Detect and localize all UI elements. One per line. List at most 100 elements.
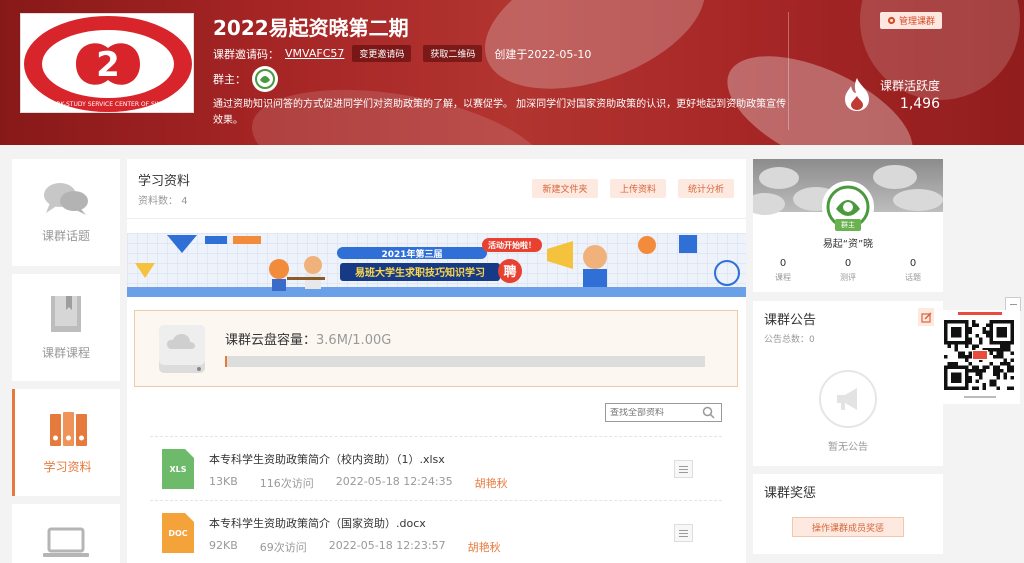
doc-file-icon: DOC xyxy=(162,513,194,553)
file-size: 92KB xyxy=(209,539,238,552)
cloud-drive-icon xyxy=(159,325,205,373)
file-owner[interactable]: 胡艳秋 xyxy=(475,475,508,491)
invite-code[interactable]: VMVAFC57 xyxy=(285,47,344,60)
stat-value: 0 xyxy=(779,258,787,269)
section-title: 学习资料 xyxy=(138,174,191,189)
notice-count-value: 0 xyxy=(809,335,815,345)
change-invite-code-button[interactable]: 变更邀请码 xyxy=(352,45,412,62)
megaphone-icon xyxy=(837,388,857,410)
storage-label-text: 课群云盘容量： xyxy=(225,333,317,348)
group-profile-card: 群主 易起“资”晓 0 课程 0 测评 0 话题 xyxy=(753,159,943,292)
manage-group-button[interactable]: 管理课群 xyxy=(880,12,942,29)
storage-progress-bar xyxy=(225,356,705,367)
activity-block: 课群活跃度 1,496 xyxy=(842,76,940,112)
owner-badge: 群主 xyxy=(835,219,861,231)
notice-count: 公告总数：0 xyxy=(764,332,815,345)
nav-item-materials[interactable]: 学习资料 xyxy=(12,389,120,496)
stat-label: 话题 xyxy=(905,273,921,282)
file-menu-button[interactable] xyxy=(674,460,693,478)
qr-close-button[interactable] xyxy=(1005,297,1021,311)
floating-qr-widget[interactable] xyxy=(940,310,1020,404)
notice-card: 课群公告 公告总数：0 暂无公告 xyxy=(753,301,943,466)
svg-text:2021年第三届: 2021年第三届 xyxy=(381,248,442,260)
file-meta: 13KB 116次访问 2022-05-18 12:24:35 胡艳秋 xyxy=(209,475,508,491)
stats-button[interactable]: 统计分析 xyxy=(678,179,734,198)
file-date: 2022-05-18 12:23:57 xyxy=(328,539,446,552)
materials-count-label: 资料数： xyxy=(138,196,178,207)
book-icon xyxy=(51,296,81,332)
storage-label: 课群云盘容量：3.6M/1.00G xyxy=(225,329,391,348)
promo-banner-graphic: 2021年第三届 易班大学生求职技巧知识学习 活动开始啦！ 聘 xyxy=(127,233,746,297)
nav-item-label: 课群课程 xyxy=(41,346,90,360)
cloud-storage-card: 课群云盘容量：3.6M/1.00G xyxy=(134,310,738,387)
owner-avatar[interactable] xyxy=(252,66,278,92)
get-qr-code-button[interactable]: 获取二维码 xyxy=(423,45,483,62)
search-input[interactable] xyxy=(610,407,702,418)
svg-text:WORK-STUDY SERVICE CENTER OF S: WORK-STUDY SERVICE CENTER OF SWMU xyxy=(46,101,171,108)
nav-item-laptop[interactable] xyxy=(12,504,120,563)
owner-avatar-icon xyxy=(255,69,275,89)
file-owner[interactable]: 胡艳秋 xyxy=(468,539,501,555)
gear-icon xyxy=(887,16,896,25)
materials-count-value: 4 xyxy=(181,196,188,207)
group-name: 易起“资”晓 xyxy=(822,239,874,250)
nav-item-topics[interactable]: 课群话题 xyxy=(12,159,120,266)
stat-courses[interactable]: 0 课程 xyxy=(758,258,808,283)
divider xyxy=(127,218,746,219)
stat-label: 课程 xyxy=(775,273,791,282)
svg-text:2: 2 xyxy=(96,45,120,85)
file-visits: 69次访问 xyxy=(259,541,307,554)
award-card: 课群奖惩 操作课群成员奖惩 xyxy=(753,474,943,554)
edit-icon xyxy=(920,311,932,323)
file-visits: 116次访问 xyxy=(259,477,314,490)
invite-label: 课群邀请码： xyxy=(213,47,279,61)
svg-text:聘: 聘 xyxy=(503,264,516,280)
flame-icon xyxy=(845,78,869,111)
created-date: 创建于2022-05-10 xyxy=(494,47,592,61)
file-name[interactable]: 本专科学生资助政策简介（国家资助）.docx xyxy=(209,515,426,531)
file-name[interactable]: 本专科学生资助政策简介（校内资助）（1）.xlsx xyxy=(209,451,445,467)
laptop-icon xyxy=(43,527,89,557)
stat-tests[interactable]: 0 测评 xyxy=(823,258,873,283)
stat-value: 0 xyxy=(909,258,917,269)
edit-notice-button[interactable] xyxy=(918,308,934,326)
nav-item-courses[interactable]: 课群课程 xyxy=(12,274,120,381)
materials-panel: 学习资料 资料数： 4 新建文件夹 上传资料 统计分析 2021年第三届 易班大… xyxy=(127,159,746,563)
course-group-banner: 2 WORK-STUDY SERVICE CENTER OF SWMU 2022… xyxy=(0,0,1024,145)
group-logo: 2 WORK-STUDY SERVICE CENTER OF SWMU xyxy=(20,13,194,113)
binders-icon xyxy=(49,412,87,446)
search-icon[interactable] xyxy=(702,406,715,419)
file-menu-button[interactable] xyxy=(674,524,693,542)
notice-count-label: 公告总数： xyxy=(764,335,810,345)
file-size: 13KB xyxy=(209,475,238,488)
upload-button[interactable]: 上传资料 xyxy=(610,179,666,198)
stat-value: 0 xyxy=(844,258,852,269)
nav-item-label: 学习资料 xyxy=(43,460,92,474)
empty-notice-icon xyxy=(819,370,877,428)
svg-text:易班大学生求职技巧知识学习: 易班大学生求职技巧知识学习 xyxy=(355,266,485,279)
activity-label: 课群活跃度 xyxy=(880,78,941,93)
promo-banner[interactable]: 2021年第三届 易班大学生求职技巧知识学习 活动开始啦！ 聘 xyxy=(127,233,746,297)
activity-value: 1,496 xyxy=(899,95,941,112)
qr-code-icon xyxy=(940,310,1020,404)
work-study-logo-icon: 2 WORK-STUDY SERVICE CENTER OF SWMU xyxy=(24,16,192,112)
chat-bubbles-icon xyxy=(44,183,88,215)
empty-notice-text: 暂无公告 xyxy=(828,442,868,453)
stat-topics[interactable]: 0 话题 xyxy=(888,258,938,283)
file-row[interactable]: DOC 本专科学生资助政策简介（国家资助）.docx 92KB 69次访问 20… xyxy=(150,500,722,562)
manage-group-label: 管理课群 xyxy=(898,17,935,27)
materials-count: 资料数： 4 xyxy=(138,192,188,207)
search-box[interactable] xyxy=(605,403,722,422)
owner-row: 群主： xyxy=(213,66,278,92)
new-folder-button[interactable]: 新建文件夹 xyxy=(532,179,598,198)
invite-row: 课群邀请码： VMVAFC57 变更邀请码 获取二维码 创建于2022-05-1… xyxy=(213,45,591,62)
storage-usage: 3.6M/1.00G xyxy=(316,333,392,348)
page-title: 2022易起资晓第二期 xyxy=(213,16,409,40)
award-members-button[interactable]: 操作课群成员奖惩 xyxy=(792,517,904,537)
file-date: 2022-05-18 12:24:35 xyxy=(335,475,453,488)
header-divider xyxy=(788,12,789,130)
award-title: 课群奖惩 xyxy=(764,486,817,501)
xls-file-icon: XLS xyxy=(162,449,194,489)
nav-item-label: 课群话题 xyxy=(41,229,90,243)
file-row[interactable]: XLS 本专科学生资助政策简介（校内资助）（1）.xlsx 13KB 116次访… xyxy=(150,436,722,498)
